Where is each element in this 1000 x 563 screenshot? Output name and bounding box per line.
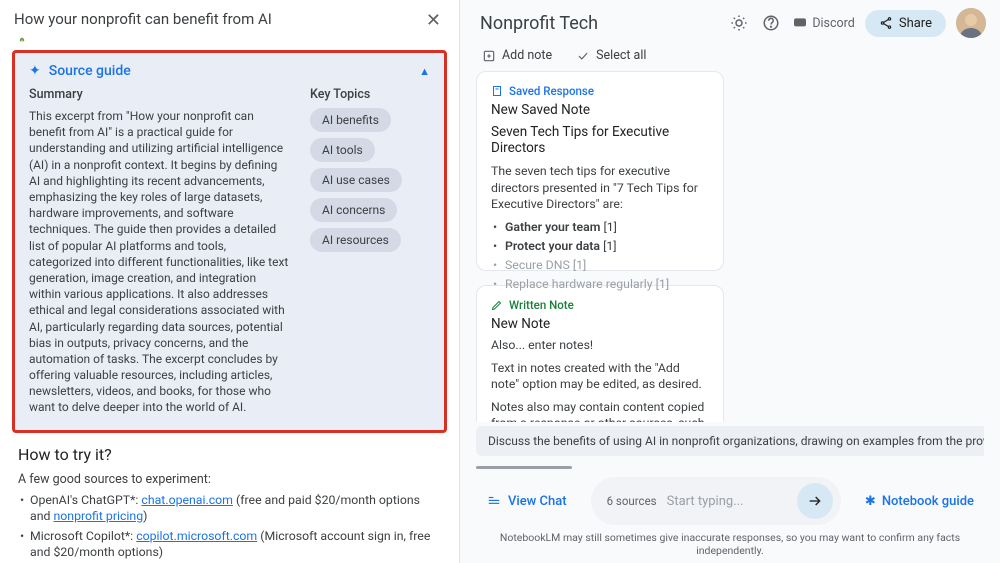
note-card[interactable]: Saved Response New Saved Note Seven Tech…: [476, 71, 724, 271]
note-card[interactable]: Written Note New Note Also... enter note…: [476, 285, 724, 422]
close-icon[interactable]: ✕: [420, 10, 447, 31]
add-note-button[interactable]: Add note: [482, 48, 552, 63]
pencil-icon: [491, 299, 503, 311]
prompt-input[interactable]: 6 sources Start typing...: [591, 477, 841, 525]
card-body: Notes also may contain content copied fr…: [491, 400, 709, 422]
topic-chip[interactable]: AI benefits: [310, 108, 391, 132]
add-note-icon: [482, 49, 496, 63]
how-to-try-intro: A few good sources to experiment:: [18, 472, 441, 487]
suggestions-row: Discuss the benefits of using AI in nonp…: [476, 426, 984, 456]
sparkle-icon: ✱: [865, 494, 876, 509]
arrow-right-icon: [807, 493, 823, 509]
view-chat-button[interactable]: View Chat: [476, 494, 577, 509]
source-doc-title: How your nonprofit can benefit from AI: [14, 10, 414, 28]
key-topics-label: Key Topics: [310, 87, 430, 102]
share-button[interactable]: Share: [865, 10, 946, 37]
topic-chip[interactable]: AI concerns: [310, 198, 397, 222]
discord-button[interactable]: Discord: [792, 15, 855, 31]
suggestion-chip[interactable]: Discuss the benefits of using AI in nonp…: [476, 426, 984, 456]
summary-label: Summary: [29, 87, 290, 102]
topic-chip[interactable]: AI resources: [310, 228, 401, 252]
list-item: OpenAI's ChatGPT*: chat.openai.com (free…: [30, 493, 441, 526]
notes-toolbar: Add note Select all: [460, 42, 1000, 71]
source-guide-header[interactable]: ✦ Source guide ▲: [29, 63, 430, 79]
send-button[interactable]: [797, 483, 833, 519]
collapse-icon[interactable]: ▲: [419, 65, 430, 78]
topic-chip[interactable]: AI tools: [310, 138, 375, 162]
help-icon[interactable]: [760, 12, 782, 34]
drive-icon: [14, 37, 30, 42]
share-icon: [879, 16, 893, 30]
list-item: Replace hardware regularly [1]: [505, 277, 709, 294]
sources-count: 6 sources: [607, 494, 657, 508]
topic-chip[interactable]: AI use cases: [310, 168, 402, 192]
card-title: New Note: [491, 316, 709, 332]
notes-grid: Saved Response New Saved Note Seven Tech…: [460, 71, 1000, 422]
notebook-title: Nonprofit Tech: [480, 13, 718, 34]
link[interactable]: nonprofit pricing: [53, 510, 143, 524]
left-header: How your nonprofit can benefit from AI ✕: [0, 0, 459, 35]
list-item: Gather your team [1]: [505, 220, 709, 237]
list-item: Protect your data [1]: [505, 239, 709, 256]
summary-text: This excerpt from "How your nonprofit ca…: [29, 108, 290, 416]
avatar[interactable]: [956, 8, 986, 38]
scroll-indicator: [476, 466, 572, 469]
source-guide-title: Source guide: [49, 63, 131, 79]
card-title: New Saved Note: [491, 102, 709, 118]
written-note-tag: Written Note: [491, 298, 709, 312]
card-body: Text in notes created with the "Add note…: [491, 361, 709, 394]
bottom-bar: Discuss the benefits of using AI in nonp…: [460, 422, 1000, 563]
chat-icon: [486, 494, 502, 508]
how-to-try-section: How to try it? A few good sources to exp…: [0, 439, 459, 563]
left-panel: How your nonprofit can benefit from AI ✕…: [0, 0, 460, 563]
select-all-button[interactable]: Select all: [576, 48, 646, 63]
notebook-guide-button[interactable]: ✱ Notebook guide: [855, 494, 984, 509]
source-guide-card: ✦ Source guide ▲ Summary This excerpt fr…: [12, 50, 447, 433]
link[interactable]: chat.openai.com: [141, 494, 233, 508]
right-header: Nonprofit Tech Discord Share: [460, 0, 1000, 42]
card-body: The seven tech tips for executive direct…: [491, 164, 709, 214]
bookmark-icon: [491, 85, 503, 97]
how-to-try-heading: How to try it?: [18, 445, 441, 464]
right-panel: Nonprofit Tech Discord Share Add note Se…: [460, 0, 1000, 563]
list-item: Secure DNS [1]: [505, 258, 709, 275]
card-body: Also... enter notes!: [491, 338, 709, 355]
link[interactable]: copilot.microsoft.com: [136, 530, 257, 544]
disclaimer-text: NotebookLM may still sometimes give inac…: [476, 531, 984, 557]
sparkle-icon: ✦: [29, 63, 41, 79]
check-icon: [576, 49, 590, 63]
prompt-placeholder: Start typing...: [667, 494, 787, 509]
card-subtitle: Seven Tech Tips for Executive Directors: [491, 124, 709, 156]
saved-response-tag: Saved Response: [491, 84, 709, 98]
ai-tools-list: OpenAI's ChatGPT*: chat.openai.com (free…: [18, 493, 441, 563]
list-item: Microsoft Copilot*: copilot.microsoft.co…: [30, 529, 441, 562]
discord-icon: [792, 15, 808, 31]
brightness-icon[interactable]: [728, 12, 750, 34]
